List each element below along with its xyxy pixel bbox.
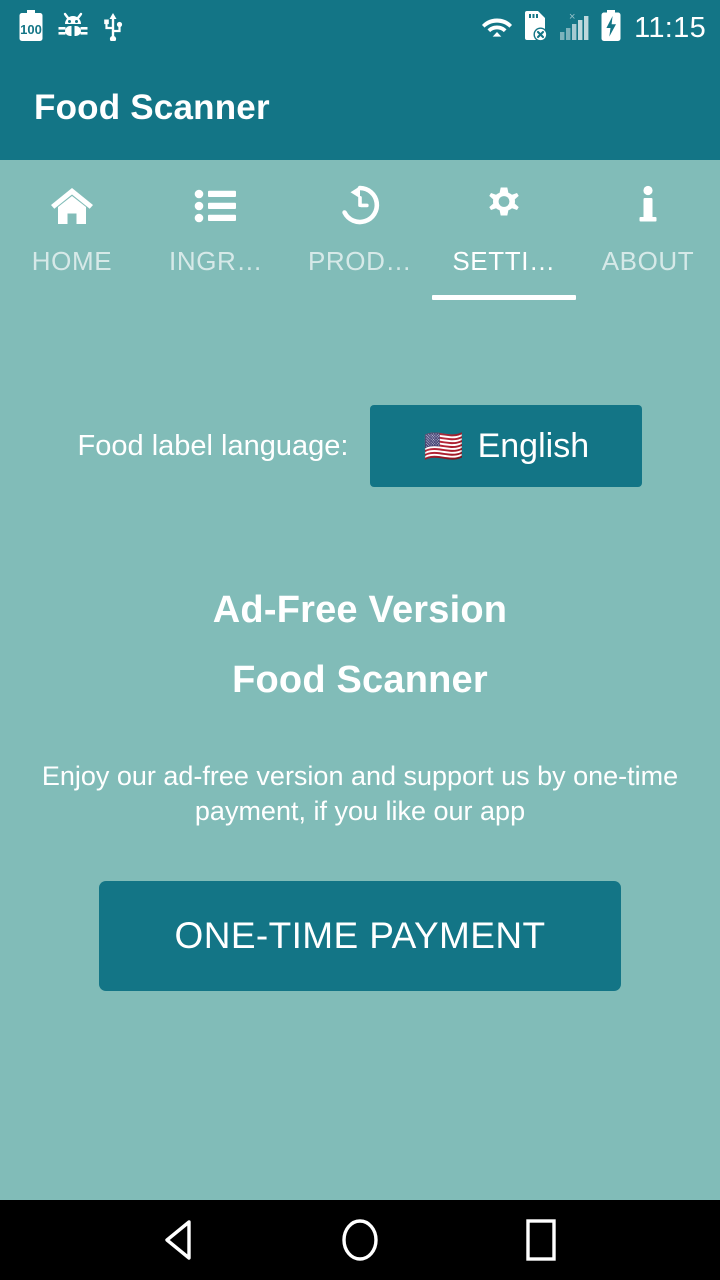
usb-icon: [102, 11, 124, 46]
one-time-payment-button[interactable]: ONE-TIME PAYMENT: [99, 881, 621, 992]
svg-text:100: 100: [20, 22, 42, 37]
cellular-signal-icon: ×: [559, 10, 591, 47]
recents-button[interactable]: [495, 1200, 585, 1280]
battery-charging-icon: [600, 9, 622, 47]
battery-100-icon: 100: [18, 9, 44, 47]
us-flag-icon: 🇺🇸: [423, 428, 464, 464]
tab-home[interactable]: HOME: [0, 160, 144, 308]
tab-indicator: [432, 295, 576, 300]
tab-about[interactable]: ABOUT: [576, 160, 720, 308]
status-bar-right-icons: × 11:15: [481, 9, 706, 47]
ad-free-heading-line1: Ad-Free Version: [212, 589, 508, 631]
tab-label: PROD…: [307, 246, 413, 276]
ad-free-description: Enjoy our ad-free version and support us…: [41, 761, 679, 826]
language-select-button[interactable]: 🇺🇸 English: [370, 405, 643, 487]
home-icon: [49, 182, 95, 230]
tab-label: HOME: [31, 246, 113, 276]
tab-label: SETTI…: [452, 246, 556, 276]
wifi-icon: [481, 13, 513, 44]
android-navigation-bar: [0, 1200, 720, 1280]
tab-ingredients[interactable]: INGR…: [144, 160, 288, 308]
tab-settings[interactable]: SETTI…: [432, 160, 576, 308]
language-label: Food label language:: [77, 429, 349, 462]
status-bar-left-icons: 100: [18, 9, 124, 47]
sim-card-missing-icon: [522, 10, 550, 47]
tab-label: ABOUT: [601, 246, 695, 276]
app-bar: Food Scanner: [0, 56, 720, 160]
info-icon: [625, 182, 671, 230]
tab-bar: HOME INGR… PROD… SETTI… ABOUT: [0, 160, 720, 308]
tab-label: INGR…: [169, 246, 263, 276]
tab-products[interactable]: PROD…: [288, 160, 432, 308]
phone-screen: 100 × 11:15 Food Scanner HOME INGR… PROD…: [0, 0, 720, 1280]
status-bar-clock: 11:15: [634, 11, 706, 44]
language-setting-row: Food label language: 🇺🇸 English: [0, 405, 720, 487]
gear-icon: [481, 182, 527, 230]
android-debug-bug-icon: [58, 11, 88, 46]
history-icon: [337, 182, 383, 230]
home-button[interactable]: [315, 1200, 405, 1280]
list-icon: [193, 182, 239, 230]
ad-free-heading-line2: Food Scanner: [232, 659, 488, 701]
status-bar: 100 × 11:15: [0, 0, 720, 56]
svg-text:×: ×: [569, 11, 575, 23]
ad-free-section: Ad-Free Version Food Scanner: [0, 591, 720, 699]
back-button[interactable]: [135, 1200, 225, 1280]
page-title: Food Scanner: [34, 88, 270, 127]
language-value: English: [477, 426, 590, 465]
settings-content: Food label language: 🇺🇸 English Ad-Free …: [0, 308, 720, 1200]
